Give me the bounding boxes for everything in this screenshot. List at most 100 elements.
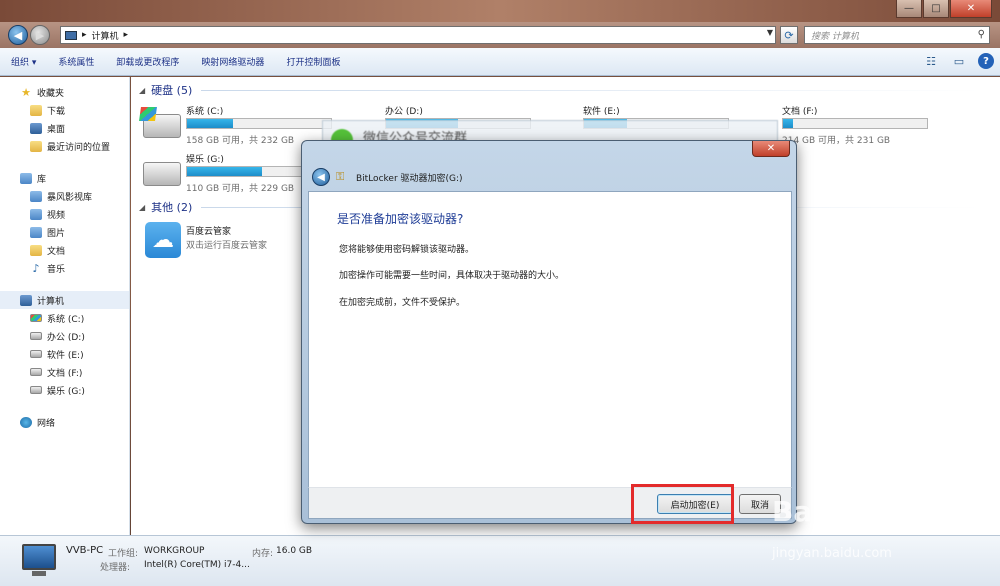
cpu-label: 处理器: <box>100 563 131 573</box>
nav-item-recent[interactable]: 最近访问的位置 <box>0 137 129 155</box>
back-button[interactable]: ◀ <box>8 25 28 45</box>
nav-item-drive-c[interactable]: 系统 (C:) <box>0 309 129 327</box>
window-titlebar: — □ ✕ <box>0 0 1000 22</box>
help-icon[interactable]: ? <box>978 53 994 69</box>
nav-label: 文档 (F:) <box>47 368 83 379</box>
nav-item-music[interactable]: ♪ 音乐 <box>0 259 129 277</box>
drive-icon <box>143 162 181 186</box>
other-group-header[interactable]: ◢ 其他 (2) <box>139 199 192 215</box>
address-field[interactable]: ▸ 计算机 ▸ ▼ <box>60 26 776 44</box>
forward-button[interactable]: ▶ <box>30 25 50 45</box>
nav-label: 办公 (D:) <box>47 332 85 343</box>
nav-computer-header[interactable]: 计算机 <box>0 291 129 309</box>
nav-network: 网络 <box>0 413 129 431</box>
nav-label: 文档 <box>47 246 66 257</box>
refresh-button[interactable]: ⟳ <box>780 26 798 44</box>
nav-label: 网络 <box>37 418 56 429</box>
downloads-folder-icon <box>30 104 42 116</box>
dialog-close-button[interactable]: ✕ <box>752 141 790 157</box>
dialog-heading: 是否准备加密该驱动器? <box>337 212 464 226</box>
window-controls: — □ ✕ <box>895 0 992 18</box>
breadcrumb-separator: ▸ <box>123 30 129 40</box>
dialog-text: 在加密完成前，文件不受保护。 <box>339 298 466 308</box>
recent-places-icon <box>30 140 42 152</box>
nav-label: 娱乐 (G:) <box>47 386 85 397</box>
map-network-drive-button[interactable]: 映射网络驱动器 <box>190 48 275 76</box>
library-icon <box>20 172 32 184</box>
baidu-cloud-icon: ☁ <box>145 222 181 258</box>
nav-item-baofeng-library[interactable]: 暴风影视库 <box>0 187 129 205</box>
view-options-icon[interactable]: ☷ <box>922 52 940 70</box>
search-input[interactable]: 搜索 计算机 ⚲ <box>804 26 990 44</box>
nav-item-downloads[interactable]: 下载 <box>0 101 129 119</box>
group-title: 其他 (2) <box>151 201 193 214</box>
drive-tile-c[interactable]: 系统 (C:) 158 GB 可用，共 232 GB <box>131 104 332 148</box>
open-control-panel-button[interactable]: 打开控制面板 <box>275 48 351 76</box>
preview-pane-icon[interactable]: ▭ <box>950 52 968 70</box>
nav-network-header[interactable]: 网络 <box>0 413 129 431</box>
nav-item-drive-g[interactable]: 娱乐 (G:) <box>0 381 129 399</box>
memory-value: 16.0 GB <box>276 546 313 556</box>
app-tile-baidu-cloud[interactable]: ☁ 百度云管家 双击运行百度云管家 <box>143 220 293 260</box>
nav-item-documents[interactable]: 文档 <box>0 241 129 259</box>
collapse-icon: ◢ <box>139 202 146 212</box>
group-divider <box>201 90 981 91</box>
hard-disks-group-header[interactable]: ◢ 硬盘 (5) <box>139 82 192 98</box>
drive-tile-g[interactable]: 娱乐 (G:) 110 GB 可用，共 229 GB <box>131 152 332 196</box>
group-title: 硬盘 (5) <box>151 84 193 97</box>
uninstall-program-button[interactable]: 卸载或更改程序 <box>105 48 190 76</box>
drive-space-info: 214 GB 可用，共 231 GB <box>782 136 891 146</box>
workgroup-value: WORKGROUP <box>144 546 205 556</box>
computer-icon <box>20 294 32 306</box>
toolbar-right: ☷ ▭ ? <box>922 52 994 70</box>
bitlocker-dialog: ✕ ◀ ⚿ BitLocker 驱动器加密(G:) 是否准备加密该驱动器? 您将… <box>301 140 797 524</box>
drive-usage-bar <box>186 118 332 129</box>
dialog-title: BitLocker 驱动器加密(G:) <box>356 173 463 184</box>
minimize-button[interactable]: — <box>896 0 922 18</box>
nav-label: 软件 (E:) <box>47 350 84 361</box>
drive-name: 软件 (E:) <box>583 107 620 117</box>
nav-libraries: 库 暴风影视库 视频 图片 文档 ♪ 音乐 <box>0 169 129 277</box>
nav-libraries-header[interactable]: 库 <box>0 169 129 187</box>
maximize-button[interactable]: □ <box>923 0 949 18</box>
nav-item-pictures[interactable]: 图片 <box>0 223 129 241</box>
nav-item-drive-f[interactable]: 文档 (F:) <box>0 363 129 381</box>
nav-item-drive-e[interactable]: 软件 (E:) <box>0 345 129 363</box>
computer-icon <box>22 544 56 576</box>
computer-icon <box>65 30 77 40</box>
drive-name: 文档 (F:) <box>782 107 818 117</box>
nav-item-desktop[interactable]: 桌面 <box>0 119 129 137</box>
drive-usage-fill <box>187 167 262 176</box>
workgroup-label: 工作组: <box>108 549 139 559</box>
nav-label: 收藏夹 <box>37 88 65 99</box>
search-icon[interactable]: ⚲ <box>978 29 985 40</box>
organize-menu[interactable]: 组织 ▾ <box>0 48 47 76</box>
app-description: 双击运行百度云管家 <box>186 241 268 251</box>
nav-item-videos[interactable]: 视频 <box>0 205 129 223</box>
memory-label: 内存: <box>252 549 274 559</box>
breadcrumb-separator: ▸ <box>82 30 87 40</box>
nav-computer: 计算机 系统 (C:) 办公 (D:) 软件 (E:) 文档 (F:) 娱乐 (… <box>0 291 129 399</box>
close-button[interactable]: ✕ <box>950 0 992 18</box>
address-dropdown-icon[interactable]: ▼ <box>767 28 773 37</box>
breadcrumb-computer[interactable]: 计算机 <box>92 29 119 42</box>
nav-label: 库 <box>37 174 47 185</box>
drive-icon <box>30 386 42 394</box>
drive-usage-bar <box>782 118 928 129</box>
address-bar-row: ◀ ▶ ▸ 计算机 ▸ ▼ ⟳ 搜索 计算机 ⚲ <box>0 22 1000 48</box>
nav-label: 最近访问的位置 <box>47 142 111 153</box>
drive-icon <box>30 368 42 376</box>
drive-name: 系统 (C:) <box>186 107 224 117</box>
bitlocker-key-icon: ⚿ <box>336 170 345 183</box>
nav-item-drive-d[interactable]: 办公 (D:) <box>0 327 129 345</box>
navigation-pane: ★ 收藏夹 下载 桌面 最近访问的位置 库 暴风影视库 视频 图片 文档 ♪ 音… <box>0 77 130 535</box>
dialog-back-button[interactable]: ◀ <box>312 168 330 186</box>
nav-favorites-header[interactable]: ★ 收藏夹 <box>0 83 129 101</box>
highlight-box <box>631 484 734 524</box>
system-properties-button[interactable]: 系统属性 <box>47 48 105 76</box>
app-name: 百度云管家 <box>186 227 232 237</box>
baidu-watermark-url: jingyan.baidu.com <box>772 546 892 561</box>
nav-label: 暴风影视库 <box>47 192 93 203</box>
search-placeholder: 搜索 计算机 <box>811 31 859 42</box>
videos-icon <box>30 208 42 220</box>
